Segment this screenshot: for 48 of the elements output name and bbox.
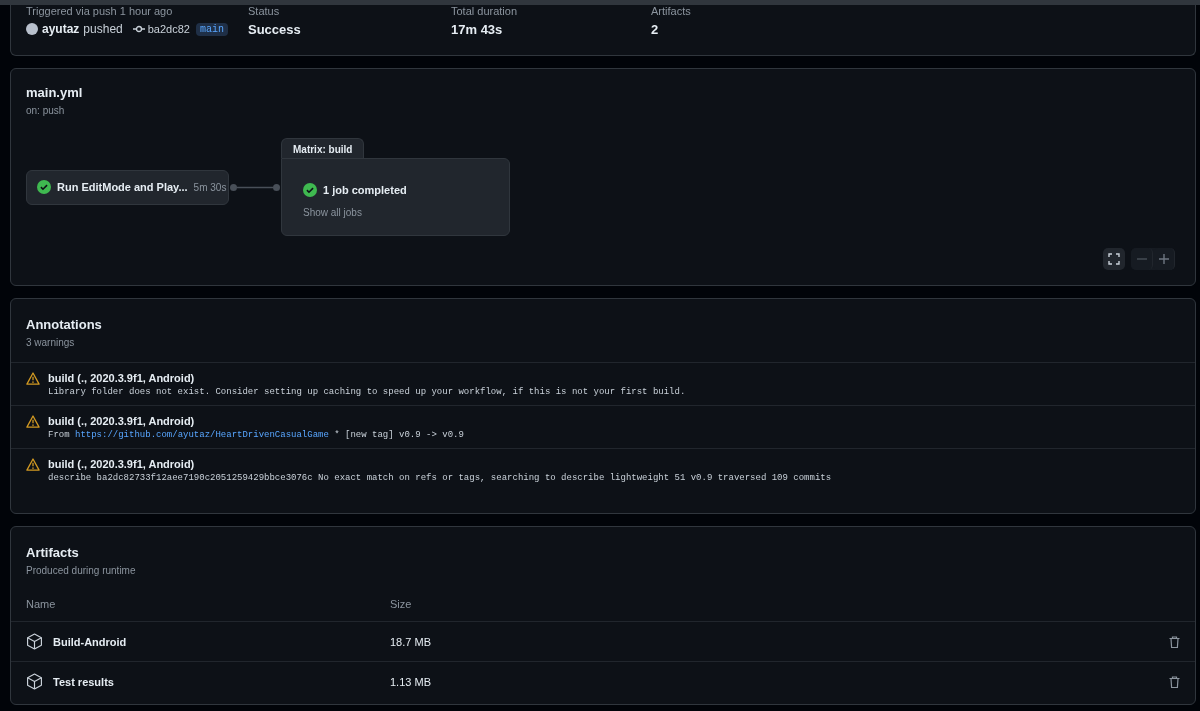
trigger-label: Triggered via push 1 hour ago	[26, 5, 174, 17]
trash-icon	[1169, 635, 1180, 648]
minus-icon	[1136, 258, 1147, 260]
repo-link[interactable]: https://github.com/ayutaz/HeartDrivenCasualGame	[75, 430, 329, 440]
commit-icon	[132, 25, 145, 33]
plus-icon	[1158, 254, 1169, 264]
section-title: Artifacts	[26, 545, 80, 560]
section-title: Annotations	[26, 317, 103, 332]
artifact-size: 1.13 MB	[390, 675, 432, 688]
annotation-message: From https://github.com/ayutaz/HeartDrivenCasualGame * [new tag] v0.9 -> v0.9	[48, 430, 464, 440]
artifact-size: 18.7 MB	[390, 635, 432, 648]
artifact-name[interactable]: Test results	[53, 675, 114, 688]
stat-value: Success	[248, 22, 302, 37]
action-text: pushed	[83, 22, 123, 36]
annotation-message: Library folder does not exist. Consider setting up caching to speed up your workflow, if this is not your first build.	[48, 387, 686, 397]
avatar	[26, 23, 38, 35]
fullscreen-icon	[1108, 253, 1120, 265]
stat-value: 2	[651, 22, 660, 37]
stat-value: 17m 43s	[451, 22, 504, 37]
artifact-name[interactable]: Build-Android	[53, 635, 127, 648]
workflow-trigger: on: push	[26, 105, 66, 116]
annotation-title[interactable]: build (., 2020.3.9f1, Android)	[48, 458, 832, 470]
warning-icon	[26, 458, 40, 471]
column-header: Name	[26, 597, 57, 610]
commit-hash[interactable]: ba2dc82	[147, 23, 190, 35]
branch-label[interactable]: main	[195, 22, 228, 36]
stat-label: Artifacts	[651, 5, 691, 17]
annotation-title[interactable]: build (., 2020.3.9f1, Android)	[48, 415, 464, 427]
warning-icon	[26, 372, 40, 385]
workflow-title: main.yml	[26, 85, 84, 100]
annotation-message: describe ba2dc82733f12aee7190c2051259429bbce3076c No exact match on refs or tags, searching to describe lightweight 51 v0.9 traversed 109 commits	[48, 473, 832, 483]
actor-name[interactable]: ayutaz	[42, 22, 80, 36]
column-header: Size	[390, 597, 413, 610]
section-subtitle: Produced during runtime	[26, 565, 137, 576]
job-node[interactable]: Run EditMode and Play... 5m 30s	[26, 169, 229, 205]
annotation-title[interactable]: build (., 2020.3.9f1, Android)	[48, 372, 686, 384]
matrix-label: Matrix: build	[281, 138, 365, 158]
stat-label: Status	[248, 5, 281, 17]
connector-line	[229, 182, 281, 192]
package-icon	[26, 673, 43, 690]
package-icon	[26, 633, 43, 650]
trash-icon	[1169, 675, 1180, 688]
warning-icon	[26, 415, 40, 428]
fullscreen-button[interactable]	[1103, 248, 1125, 270]
matrix-summary: 1 job completed	[323, 184, 407, 196]
stat-label: Total duration	[451, 5, 519, 17]
show-jobs-link[interactable]: Show all jobs	[303, 207, 488, 218]
section-subtitle: 3 warnings	[26, 337, 76, 348]
